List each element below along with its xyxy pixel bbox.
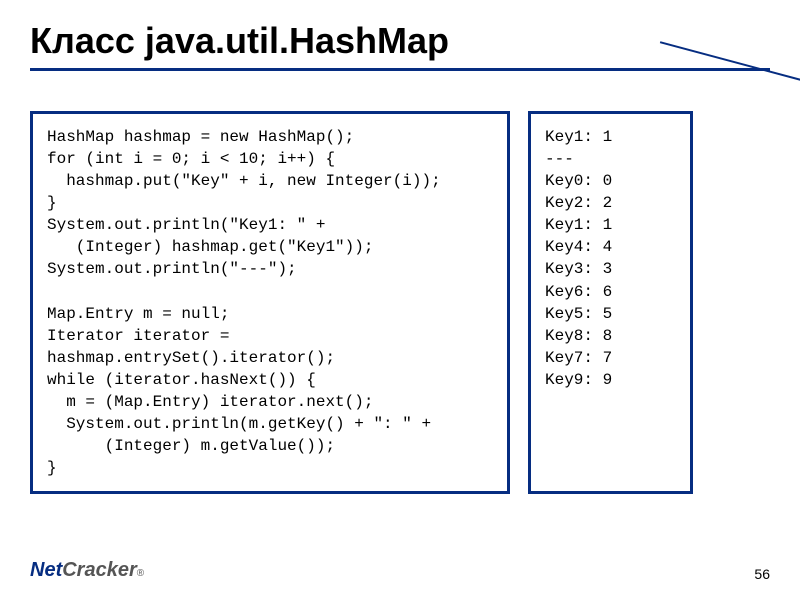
logo-text-cracker: Cracker bbox=[62, 559, 137, 582]
page-number: 56 bbox=[754, 566, 770, 582]
decorative-diagonal bbox=[660, 70, 800, 110]
slide-container: Класс java.util.HashMap HashMap hashmap … bbox=[0, 0, 800, 600]
code-block-output: Key1: 1 --- Key0: 0 Key2: 2 Key1: 1 Key4… bbox=[528, 111, 693, 494]
logo-registered: ® bbox=[137, 568, 144, 579]
logo-text-net: Net bbox=[30, 559, 62, 582]
slide-title: Класс java.util.HashMap bbox=[30, 20, 770, 62]
code-block-source: HashMap hashmap = new HashMap(); for (in… bbox=[30, 111, 510, 494]
brand-logo: Net Cracker ® bbox=[30, 559, 144, 582]
content-row: HashMap hashmap = new HashMap(); for (in… bbox=[30, 111, 770, 494]
title-underline bbox=[30, 68, 770, 71]
